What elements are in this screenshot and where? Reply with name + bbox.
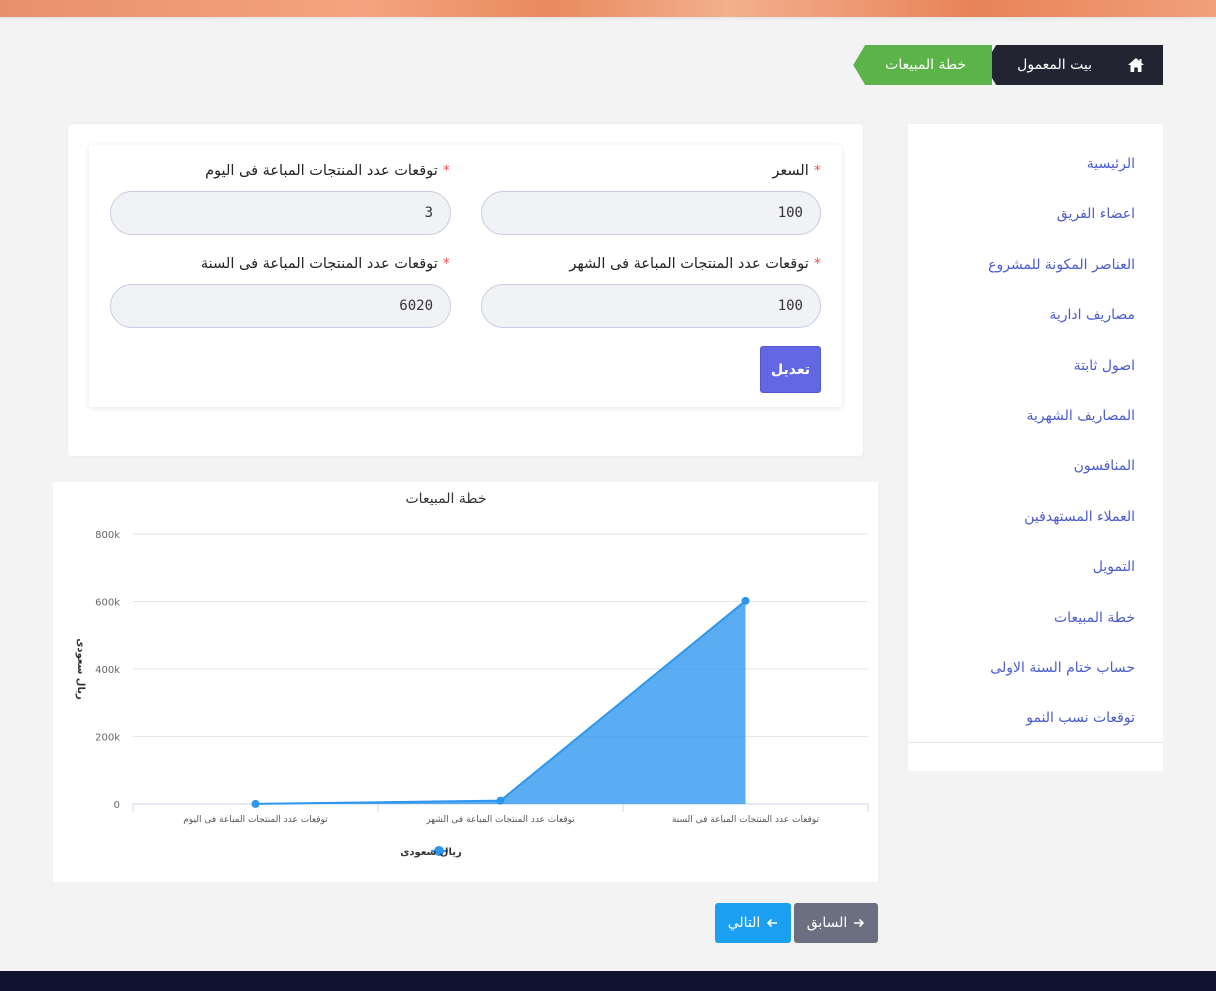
x-tick-label: توقعات عدد المنتجات المباعة فى الشهر (425, 815, 575, 825)
home-icon (1127, 58, 1144, 72)
per-day-label: *توقعات عدد المنتجات المباعة فى اليوم (205, 163, 450, 179)
edit-button[interactable]: تعديل (760, 346, 821, 393)
series-area (255, 600, 746, 804)
next-button[interactable]: التالي (715, 903, 791, 943)
data-point[interactable] (741, 596, 750, 605)
price-input[interactable]: 100 (481, 191, 821, 235)
next-label: التالي (727, 915, 761, 931)
footer (0, 971, 1216, 991)
per-month-input[interactable]: 100 (481, 284, 821, 328)
breadcrumb-current-label: خطة المبيعات (885, 57, 967, 73)
sidebar-item-team[interactable]: اعضاء الفريق (908, 197, 1163, 247)
x-tick-label: توقعات عدد المنتجات المباعة فى السنة (672, 815, 820, 825)
chart-legend[interactable]: ريال سعودى (400, 846, 462, 858)
chart-y-axis-label: ريال سعودى (75, 638, 86, 700)
sidebar-item-fixed-assets[interactable]: اصول ثابتة (908, 349, 1163, 399)
sidebar-item-monthly-expenses[interactable]: المصاريف الشهرية (908, 399, 1163, 449)
sidebar-item-target-customers[interactable]: العملاء المستهدفين (908, 500, 1163, 550)
y-tick-label: 600k (95, 598, 120, 609)
breadcrumb-project[interactable]: بيت المعمول (984, 45, 1116, 85)
price-label: *السعر (772, 163, 821, 179)
breadcrumb-home[interactable] (1108, 45, 1163, 85)
data-point[interactable] (251, 799, 260, 808)
per-year-label: *توقعات عدد المنتجات المباعة فى السنة (200, 256, 450, 272)
breadcrumb: بيت المعمول خطة المبيعات (853, 45, 1163, 85)
breadcrumb-current: خطة المبيعات (853, 45, 993, 85)
sidebar-item-components[interactable]: العناصر المكونة للمشروع (908, 248, 1163, 298)
sidebar-item-sales-plan[interactable]: خطة المبيعات (908, 601, 1163, 651)
form-panel (89, 145, 842, 407)
per-day-input[interactable]: 3 (110, 191, 451, 235)
sidebar-divider (908, 742, 1163, 743)
arrow-left-icon (767, 918, 778, 928)
sidebar-item-growth[interactable]: توقعات نسب النمو (908, 701, 1163, 751)
x-tick-label: توقعات عدد المنتجات المباعة فى اليوم (183, 815, 328, 825)
breadcrumb-project-label: بيت المعمول (1017, 57, 1092, 73)
header-banner (0, 0, 1216, 17)
y-tick-label: 0 (114, 800, 120, 811)
sales-chart: خطة المبيعات ريال سعودى 0 200k 400k 600k 800… (53, 482, 878, 882)
sidebar-item-competitors[interactable]: المنافسون (908, 449, 1163, 499)
y-tick-label: 400k (95, 665, 120, 676)
sidebar-item-admin-expenses[interactable]: مصاريف ادارية (908, 298, 1163, 348)
previous-button[interactable]: السابق (794, 903, 878, 943)
y-tick-label: 200k (95, 733, 120, 744)
data-point[interactable] (496, 796, 505, 805)
sidebar: الرئيسية اعضاء الفريق العناصر المكونة لل… (908, 124, 1163, 771)
sidebar-item-home[interactable]: الرئيسية (908, 147, 1163, 197)
legend-label: ريال سعودى (400, 847, 462, 858)
y-tick-label: 800k (95, 530, 120, 541)
sidebar-item-funding[interactable]: التمويل (908, 550, 1163, 600)
chart-title: خطة المبيعات (406, 491, 487, 507)
per-month-label: *توقعات عدد المنتجات المباعة فى الشهر (569, 256, 821, 272)
sidebar-item-year-end[interactable]: حساب ختام السنة الاولى (908, 651, 1163, 701)
previous-label: السابق (806, 915, 848, 931)
arrow-right-icon (854, 918, 865, 928)
chart-svg: خطة المبيعات ريال سعودى 0 200k 400k 600k 800… (75, 491, 869, 858)
per-year-input[interactable]: 6020 (110, 284, 451, 328)
